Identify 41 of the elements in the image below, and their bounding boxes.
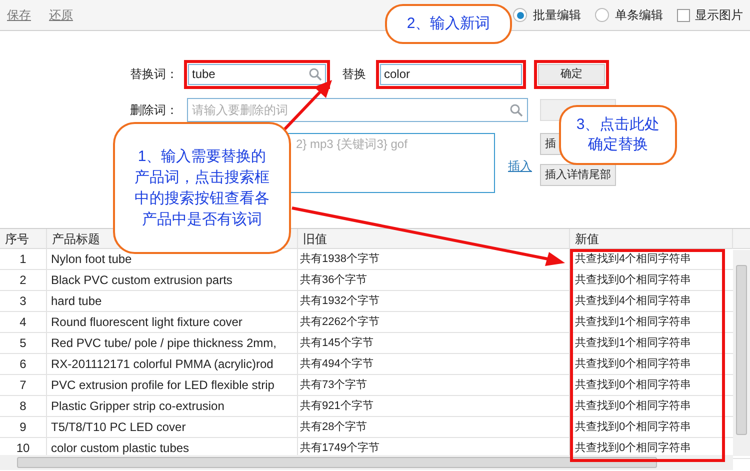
- table-cell: Black PVC custom extrusion parts: [47, 270, 298, 291]
- step-tooltip: 2、输入新词: [385, 4, 512, 44]
- table-cell-text: 共查找到0个相同字符串: [574, 378, 692, 393]
- table-cell: PVC extrusion profile for LED flexible strip: [47, 375, 298, 396]
- table-cell: 共有494个字节: [298, 354, 570, 375]
- table-cell: 6: [0, 354, 47, 375]
- table-cell-text: 共查找到4个相同字符串: [574, 252, 692, 267]
- table-cell-text: 共查找到4个相同字符串: [574, 294, 692, 309]
- table-cell: 5: [0, 333, 47, 354]
- table-cell: 共有73个字节: [298, 375, 570, 396]
- table-cell-text: 共查找到1个相同字符串: [574, 336, 692, 351]
- table-cell-text: 共查找到0个相同字符串: [574, 398, 692, 414]
- table-cell-text: 共查找到0个相同字符串: [574, 356, 692, 372]
- field-label: 替换: [342, 66, 367, 83]
- table-cell: 共有28个字节: [298, 417, 570, 438]
- table-cell-text: 共查找到0个相同字符串: [574, 272, 692, 288]
- table-cell: 7: [0, 375, 47, 396]
- table-cell: 8: [0, 396, 47, 417]
- table-cell: T5/T8/T10 PC LED cover: [47, 417, 298, 438]
- table-cell-text: 共查找到1个相同字符串: [574, 314, 692, 330]
- step-tooltip: 1、输入需要替换的产品词，点击搜索框中的搜索按钮查看各产品中是否有该词: [113, 122, 291, 254]
- table-cell: 1: [0, 249, 47, 270]
- table-cell: RX-201112171 colorful PMMA (acrylic)rod: [47, 354, 298, 375]
- table-cell: 共有1932个字节: [298, 291, 570, 312]
- table-cell: Plastic Gripper strip co-extrusion: [47, 396, 298, 417]
- table-cell: 共有145个字节: [298, 333, 570, 354]
- step-tooltip: 3、点击此处确定替换: [559, 105, 677, 165]
- table-cell: 共有2262个字节: [298, 312, 570, 333]
- table-cell: 4: [0, 312, 47, 333]
- table-cell: 3: [0, 291, 47, 312]
- table-cell: 9: [0, 417, 47, 438]
- table-cell: Round fluorescent light fixture cover: [47, 312, 298, 333]
- table-cell: hard tube: [47, 291, 298, 312]
- field-label: 删除词：: [130, 102, 179, 119]
- table-cell: Red PVC tube/ pole / pipe thickness 2mm,: [47, 333, 298, 354]
- table-cell: 2: [0, 270, 47, 291]
- table-cell-text: 共查找到0个相同字符串: [574, 420, 692, 435]
- table-cell-text: 共查找到0个相同字符串: [574, 440, 692, 456]
- table-cell: 共有36个字节: [298, 270, 570, 291]
- field-label: 替换词：: [130, 66, 179, 83]
- table-cell: 共有921个字节: [298, 396, 570, 417]
